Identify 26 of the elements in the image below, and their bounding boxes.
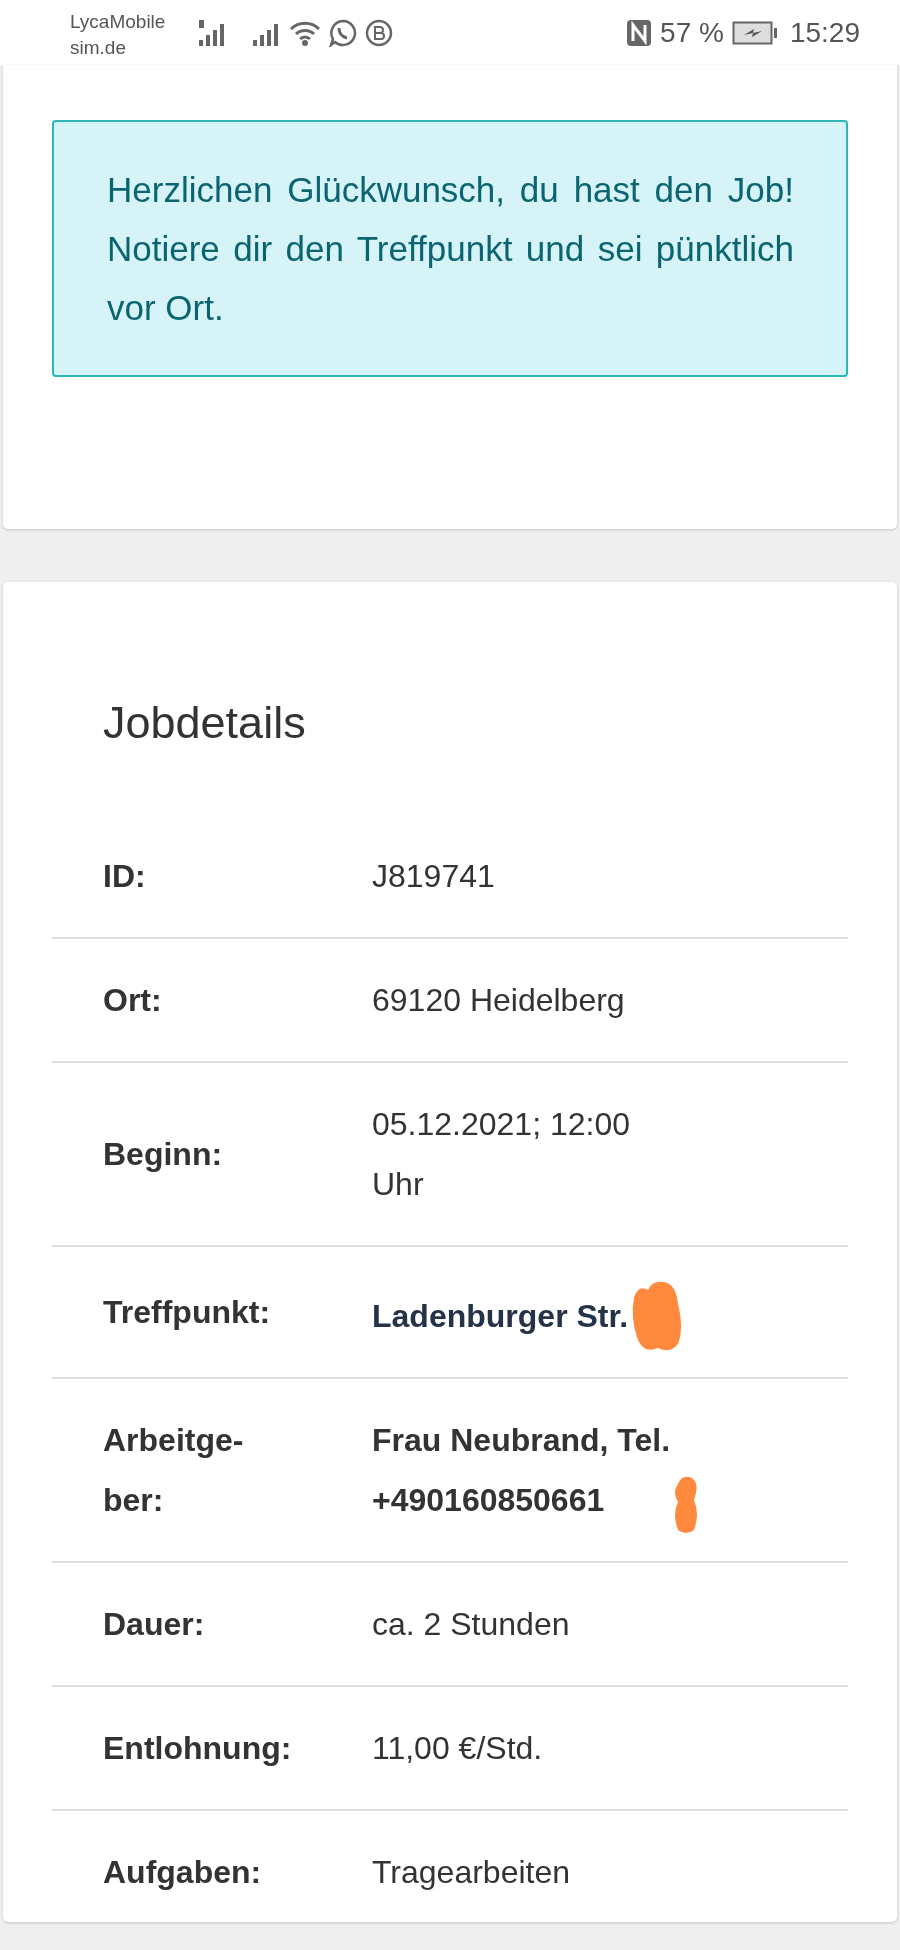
detail-label: Entlohnung: <box>102 1729 293 1768</box>
detail-label: ID: <box>102 857 147 896</box>
section-title: Jobdetails <box>102 696 307 750</box>
detail-label: Arbeitge- ber: <box>102 1421 245 1520</box>
detail-label: Ort: <box>102 981 163 1020</box>
detail-value: J819741 <box>372 857 495 896</box>
chat-icon <box>329 18 358 47</box>
battery-percent: 57 % <box>660 16 724 49</box>
detail-value: Frau Neubrand, Tel. +490160850661 <box>372 1421 671 1520</box>
detail-value: Tragearbeiten <box>372 1853 571 1892</box>
address-link[interactable]: Ladenburger Str. <box>372 1286 629 1346</box>
detail-value: 05.12.2021; 12:00 Uhr <box>372 1105 630 1204</box>
nfc-icon <box>626 18 653 47</box>
detail-label: Dauer: <box>102 1605 206 1644</box>
detail-value: 69120 Heidelberg <box>372 981 625 1020</box>
battery-charging-icon <box>731 20 778 45</box>
clock: 15:29 <box>789 16 860 49</box>
detail-value: ca. 2 Stunden <box>372 1605 570 1644</box>
carrier-name: sim.de <box>70 35 127 60</box>
carrier-name: LycaMobile <box>70 9 166 34</box>
b-circle-icon <box>365 18 394 47</box>
detail-value: 11,00 €/Std. <box>372 1729 543 1768</box>
detail-label: Beginn: <box>102 1135 224 1174</box>
success-alert: Herzlichen Glückwunsch, du hast den Job! Notiere dir den Treffpunkt und sei pünktlich vor Ort. <box>52 120 848 377</box>
detail-label: Treffpunkt: <box>102 1293 272 1332</box>
detail-label: Aufgaben: <box>102 1853 263 1892</box>
